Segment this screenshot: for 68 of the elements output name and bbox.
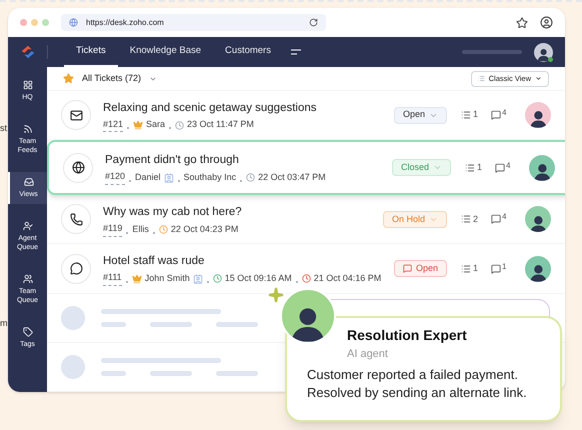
nav-tab[interactable]: Knowledge Base	[118, 37, 214, 67]
background-text: m	[0, 317, 8, 330]
agent-card-summary: Customer reported a failed payment. Resolved by sending an alternate link.	[307, 366, 528, 402]
comment-count: 4	[506, 160, 510, 172]
search-placeholder-bar	[462, 50, 522, 54]
highlighted-ticket-card[interactable]: Payment didn't go through #120 Daniel Southaby Inc 22 Oct 03:47 PM Closed 1 4	[47, 140, 565, 196]
thread-count: 1	[473, 262, 478, 275]
folder-icon	[24, 177, 34, 187]
background-text: st	[0, 122, 8, 135]
ticket-time: 22 Oct 03:47 PM	[258, 170, 326, 184]
grid-icon	[22, 80, 32, 90]
thread-count: 1	[473, 108, 478, 122]
ticket-subject[interactable]: Relaxing and scenic getaway suggestions	[103, 98, 382, 118]
comment-count: 1	[502, 260, 506, 273]
company-name: Southaby Inc	[184, 170, 236, 184]
list-icon	[478, 75, 485, 82]
ticket-time: 22 Oct 04:23 PM	[170, 222, 238, 236]
comment-icon	[495, 162, 505, 173]
comment-icon	[491, 264, 501, 274]
reload-icon[interactable]	[309, 18, 318, 27]
contact-name: Daniel	[135, 170, 161, 184]
agent-name: Resolution Expert	[347, 326, 467, 345]
agent-role: AI agent	[347, 347, 389, 362]
comment-icon	[491, 110, 501, 120]
contact-name: Sara	[146, 118, 166, 132]
ticket-time: 23 Oct 11:47 PM	[187, 118, 254, 132]
ticket-subject[interactable]: Hotel staff was rude	[103, 251, 382, 272]
status-dropdown[interactable]: Open	[394, 106, 447, 124]
profile-icon[interactable]	[540, 16, 553, 29]
ticket-row[interactable]: Hotel staff was rude #111 John Smith 15 Oct 09:16 AM 21 Oct 04:16 PM Open 1 1	[47, 244, 565, 294]
address-bar[interactable]: https://desk.zoho.com	[61, 14, 326, 31]
thread-count: 1	[477, 160, 482, 174]
tag-icon	[22, 327, 32, 337]
team-icon	[22, 274, 32, 284]
comment-count: 4	[502, 211, 506, 224]
user-avatar	[534, 42, 553, 62]
sparkle-icon	[268, 287, 284, 303]
url-text: https://desk.zoho.com	[86, 16, 165, 28]
bookmark-star-icon[interactable]	[516, 16, 528, 28]
status-dropdown[interactable]: Open	[394, 260, 447, 278]
nav-tab[interactable]: Customers	[213, 37, 283, 67]
contact-name: Ellis	[132, 222, 149, 236]
more-menu-icon[interactable]	[290, 49, 301, 55]
ticket-time: 21 Oct 04:16 PM	[314, 272, 382, 285]
threads-icon	[465, 162, 475, 173]
comment-count: 4	[502, 107, 506, 120]
threads-icon	[461, 214, 471, 224]
caret-icon	[535, 75, 542, 82]
ticket-number[interactable]: #121	[103, 118, 124, 132]
feed-icon	[22, 124, 32, 134]
ticket-subject[interactable]: Payment didn't go through	[105, 150, 380, 170]
thread-count: 2	[473, 212, 478, 226]
ticket-subject[interactable]: Why was my cab not here?	[103, 202, 371, 222]
threads-icon	[461, 264, 471, 274]
ticket-number[interactable]: #120	[105, 170, 126, 185]
escalation-icon	[402, 264, 412, 274]
nav-tab[interactable]: Tickets	[64, 37, 118, 67]
globe-icon	[69, 18, 78, 27]
ticket-row[interactable]: Why was my cab not here? #119 Ellis 22 Oct 04:23 PM On Hold 2 4	[47, 195, 565, 244]
view-title[interactable]: All Tickets (72)	[82, 72, 142, 86]
threads-icon	[461, 110, 471, 120]
ticket-number[interactable]: #119	[103, 222, 122, 237]
ticket-number[interactable]: #111	[103, 271, 122, 286]
favorite-star-icon[interactable]	[63, 73, 74, 84]
agent-icon	[22, 221, 32, 231]
ticket-time: 15 Oct 09:16 AM	[224, 272, 292, 285]
comment-icon	[491, 214, 501, 224]
contact-name: John Smith	[144, 272, 190, 285]
